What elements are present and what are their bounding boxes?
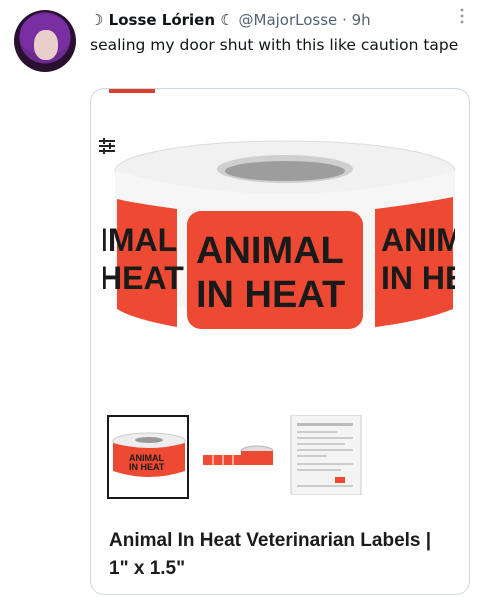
avatar-face (34, 30, 58, 60)
top-strip (109, 89, 155, 93)
thumbnail-strip: ANIMAL IN HEAT (103, 415, 453, 503)
label-left-2: HEAT (103, 260, 184, 296)
display-name[interactable]: ☽ Losse Lórien ☾ (90, 11, 234, 29)
label-center-1: ANIMAL (196, 230, 344, 272)
product-image[interactable]: IMAL HEAT ANIMAL IN HEAT ANIMA IN HE (103, 139, 455, 349)
avatar[interactable] (14, 10, 76, 72)
label-left-1: IMAL (103, 222, 177, 258)
link-card[interactable]: IMAL HEAT ANIMAL IN HEAT ANIMA IN HE ANI… (90, 88, 470, 595)
label-center-2: IN HEAT (196, 274, 345, 316)
timestamp[interactable]: 9h (352, 11, 371, 29)
user-handle[interactable]: @MajorLosse (239, 11, 338, 29)
thumbnail-2[interactable] (197, 415, 279, 495)
thumbnail-3[interactable] (285, 415, 365, 495)
label-right-1: ANIMA (381, 222, 455, 258)
separator: · (342, 11, 347, 29)
label-right-2: IN HE (381, 260, 455, 296)
tweet-text: sealing my door shut with this like caut… (90, 36, 459, 54)
filter-icon[interactable] (95, 137, 119, 157)
more-icon[interactable] (459, 8, 465, 24)
thumb-label-2: IN HEAT (129, 462, 165, 472)
tweet-header: ☽ Losse Lórien ☾ @MajorLosse · 9h (90, 10, 463, 30)
card-title[interactable]: Animal In Heat Veterinarian Labels | 1" … (109, 527, 449, 583)
thumbnail-1[interactable]: ANIMAL IN HEAT (107, 415, 189, 499)
